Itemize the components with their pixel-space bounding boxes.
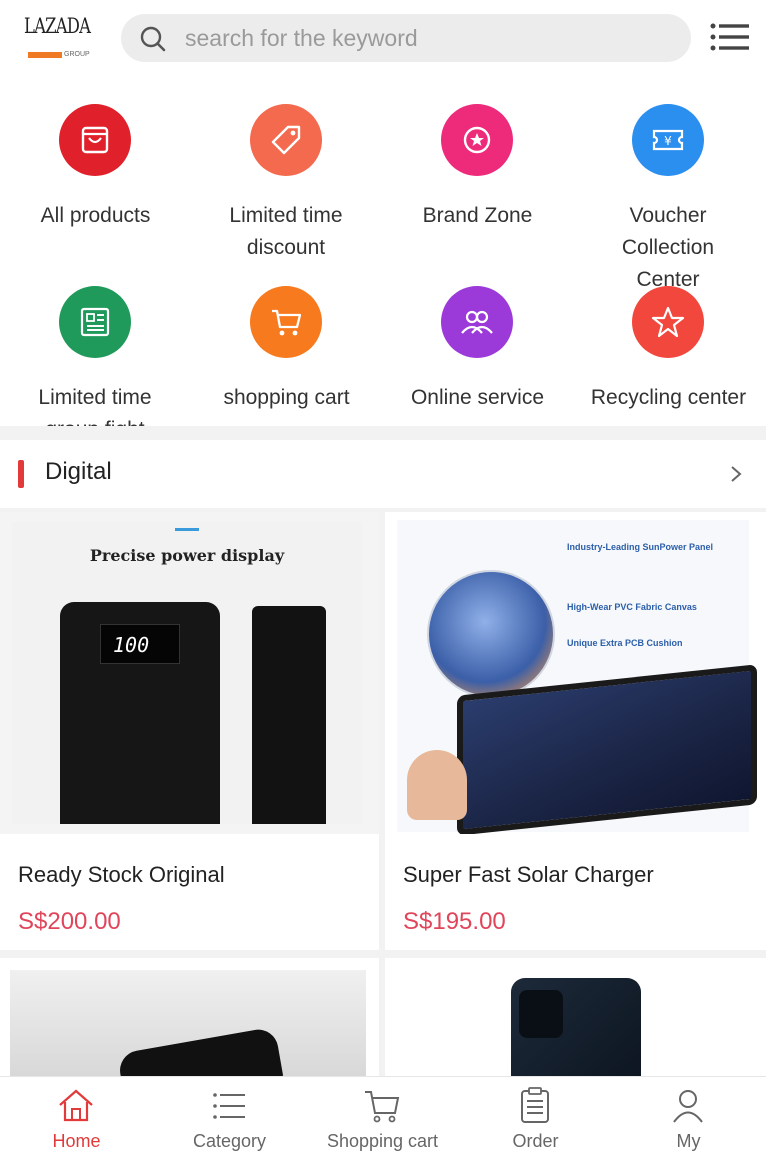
product-price: S$200.00: [18, 908, 121, 935]
power-bank-front: 100: [60, 602, 220, 824]
product-name: Super Fast Solar Charger: [403, 862, 654, 887]
price-tag-icon: [271, 125, 301, 155]
image-caption: Precise power display: [89, 546, 285, 565]
brand-badge-icon: [463, 126, 491, 154]
section-separator: [0, 426, 766, 440]
people-icon: [461, 310, 493, 334]
lazada-logo[interactable]: LAZADA GROUP: [24, 14, 91, 64]
product-image: Industry-Leading SunPower Panel High-Wea…: [385, 512, 766, 834]
power-bank-photo: Precise power display 100: [12, 522, 362, 824]
product-image: [385, 958, 766, 1076]
voucher-circle: ¥: [632, 104, 704, 176]
shortcut-label: Recycling center: [590, 386, 747, 409]
product-list: Precise power display 100 Ready Stock Or…: [0, 508, 766, 1076]
bag-icon: [81, 126, 109, 154]
image-note: High-Wear PVC Fabric Canvas: [567, 602, 697, 612]
power-bank-display: 100: [100, 624, 180, 664]
nav-label: Home: [52, 1131, 101, 1151]
list-icon: [213, 1093, 245, 1119]
shortcut-label: Voucher Collection Center: [621, 204, 715, 291]
image-note: Unique Extra PCB Cushion: [567, 638, 683, 648]
section-accent-bar: [18, 460, 24, 488]
nav-order[interactable]: Order: [459, 1077, 612, 1161]
group-fight-circle: [59, 286, 131, 358]
display-readout: 100: [113, 633, 150, 657]
hand: [407, 750, 467, 820]
nav-label: Category: [192, 1131, 267, 1151]
product-card[interactable]: Industry-Leading SunPower Panel High-Wea…: [385, 512, 766, 950]
header: LAZADA GROUP search for the keyword: [0, 0, 766, 76]
menu-icon[interactable]: [709, 22, 751, 52]
product-card[interactable]: Precise power display 100 Ready Stock Or…: [0, 512, 379, 950]
product-card[interactable]: [385, 958, 766, 1076]
logo-bar: [28, 52, 62, 58]
limited-discount-circle: [250, 104, 322, 176]
shortcut-grid: All products Limited time discount Brand…: [0, 76, 766, 441]
star-icon: [651, 306, 685, 338]
nav-label: Shopping cart: [326, 1131, 439, 1151]
nav-my[interactable]: My: [612, 1077, 765, 1161]
recycling-circle: [632, 286, 704, 358]
brand-zone-circle: [441, 104, 513, 176]
newspaper-icon: [80, 307, 110, 337]
carousel-indicator: [175, 528, 199, 531]
shortcut-label: All products: [40, 204, 151, 227]
image-caption: Industry-Leading SunPower Panel: [567, 542, 714, 552]
logo-text: LAZADA: [24, 14, 91, 38]
all-products-circle: [59, 104, 131, 176]
product-image: Precise power display 100: [0, 512, 379, 834]
voucher-icon: ¥: [652, 129, 684, 151]
product-image: [10, 970, 366, 1076]
section-title: Digital: [45, 458, 112, 485]
shortcut-label: Online service: [410, 386, 545, 409]
section-header-digital[interactable]: Digital: [0, 440, 766, 508]
shortcut-label: Limited time discount: [229, 204, 343, 259]
power-bank-side: [252, 606, 326, 824]
user-icon: [673, 1090, 703, 1123]
phone-back: [511, 978, 641, 1076]
product-name: Ready Stock Original: [18, 862, 225, 887]
home-icon: [59, 1089, 93, 1122]
product-object: [116, 1026, 284, 1076]
search-icon: [140, 26, 166, 52]
cart-icon: [365, 1091, 400, 1123]
logo-sub: GROUP: [64, 51, 90, 58]
app: LAZADA GROUP search for the keyword All …: [0, 0, 766, 1161]
nav-shopping-cart[interactable]: Shopping cart: [306, 1077, 459, 1161]
search-placeholder: search for the keyword: [185, 25, 418, 51]
chevron-right-icon[interactable]: [726, 464, 746, 484]
nav-label: Order: [512, 1131, 559, 1151]
shopping-cart-circle: [250, 286, 322, 358]
svg-text:¥: ¥: [664, 134, 672, 148]
order-icon: [521, 1087, 549, 1123]
cart-icon: [272, 309, 302, 336]
shortcut-label: shopping cart: [223, 386, 350, 409]
solar-charger-photo: Industry-Leading SunPower Panel High-Wea…: [397, 520, 757, 834]
online-service-circle: [441, 286, 513, 358]
bottom-navigation: Home Category Shopping cart Order My: [0, 1076, 766, 1161]
nav-label: My: [676, 1131, 701, 1151]
nav-home[interactable]: Home: [0, 1077, 153, 1161]
layer-detail-circle: [427, 570, 555, 698]
shortcut-label: Brand Zone: [422, 204, 533, 227]
product-card[interactable]: [0, 958, 379, 1076]
product-price: S$195.00: [403, 908, 506, 935]
search-input[interactable]: search for the keyword: [121, 14, 691, 62]
nav-category[interactable]: Category: [153, 1077, 306, 1161]
camera-module: [519, 990, 563, 1038]
